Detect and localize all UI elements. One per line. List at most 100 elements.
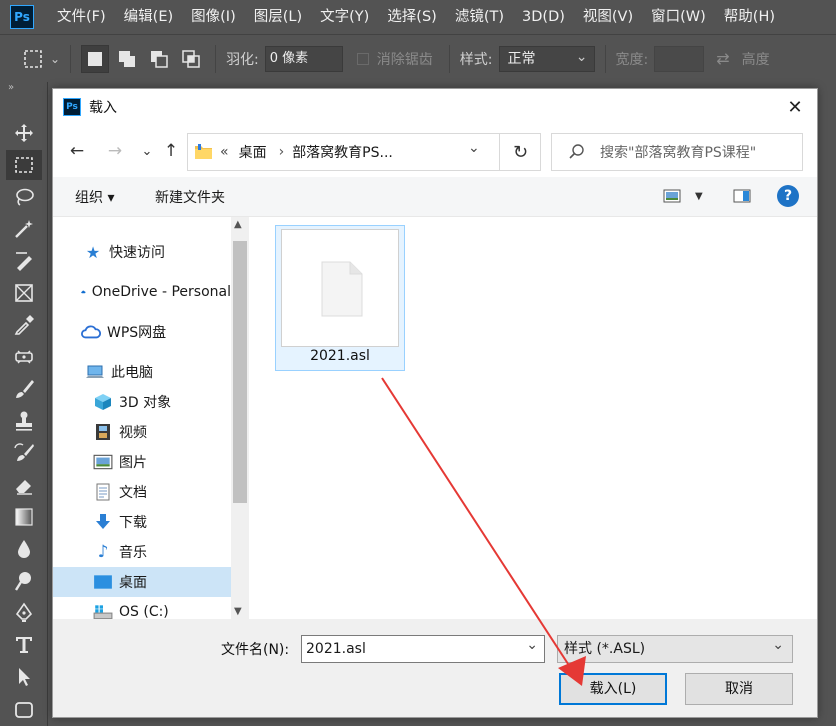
healing-brush-tool[interactable] xyxy=(6,342,42,372)
lasso-tool[interactable] xyxy=(6,182,42,212)
file-item[interactable]: 2021.asl xyxy=(275,225,405,371)
add-selection-button[interactable] xyxy=(113,45,141,73)
eraser-tool[interactable] xyxy=(6,470,42,500)
sidebar-item-3d-objects[interactable]: 3D 对象 xyxy=(53,387,231,417)
intersect-selection-button[interactable] xyxy=(177,45,205,73)
close-button[interactable]: ✕ xyxy=(781,93,809,121)
filename-label: 文件名(N): xyxy=(221,642,290,658)
back-button[interactable]: ← xyxy=(65,139,89,163)
organize-button[interactable]: 组织 ▾ xyxy=(75,187,114,207)
menu-window[interactable]: 窗口(W) xyxy=(642,0,715,34)
recent-locations-button[interactable]: ⌄ xyxy=(135,139,159,163)
desktop-icon xyxy=(94,575,112,589)
preview-pane-button[interactable] xyxy=(733,188,751,208)
sidebar-item-pictures[interactable]: 图片 xyxy=(53,447,231,477)
menu-filter[interactable]: 滤镜(T) xyxy=(446,0,513,34)
rectangular-marquee-tool[interactable] xyxy=(6,150,42,180)
gradient-tool[interactable] xyxy=(6,502,42,532)
path-overflow-icon[interactable]: « xyxy=(220,144,229,160)
sidebar-item-documents[interactable]: 文档 xyxy=(53,477,231,507)
sidebar-item-downloads[interactable]: 下载 xyxy=(53,507,231,537)
magic-wand-tool[interactable] xyxy=(6,214,42,244)
menu-select[interactable]: 选择(S) xyxy=(378,0,446,34)
type-tool[interactable] xyxy=(6,630,42,660)
move-tool[interactable] xyxy=(6,118,42,148)
width-input[interactable] xyxy=(654,45,705,72)
menu-view[interactable]: 视图(V) xyxy=(574,0,642,34)
feather-input[interactable]: 0 像素 xyxy=(264,45,343,72)
menu-file[interactable]: 文件(F) xyxy=(48,0,115,34)
pen-tool[interactable] xyxy=(6,598,42,628)
sidebar-item-quick-access[interactable]: ★ 快速访问 xyxy=(53,237,231,267)
arrow-cursor-icon xyxy=(19,668,30,686)
sidebar-item-label: 快速访问 xyxy=(109,245,165,261)
refresh-button[interactable]: ↻ xyxy=(499,133,541,171)
blur-tool[interactable] xyxy=(6,534,42,564)
marquee-tool-preset[interactable]: ⌄ xyxy=(22,48,60,70)
breadcrumb-folder[interactable]: 部落窝教育PS... xyxy=(292,142,393,162)
dialog-footer: 文件名(N): 2021.asl 样式 (*.ASL) 载入(L) 取消 xyxy=(53,619,817,717)
menu-help[interactable]: 帮助(H) xyxy=(715,0,784,34)
sidebar-item-desktop[interactable]: 桌面 xyxy=(53,567,231,597)
crop-tool[interactable] xyxy=(6,246,42,276)
address-dropdown-icon[interactable]: ⌄ xyxy=(468,140,480,156)
style-select[interactable]: 正常 xyxy=(498,45,595,72)
sidebar-item-label: 视频 xyxy=(119,425,147,441)
up-button[interactable]: ↑ xyxy=(159,139,183,163)
stamp-icon xyxy=(16,411,32,431)
tool-options-bar: ⌄ 羽化: 0 像素 消除锯齿 样式: 正常 宽度: ⇄ 高度 xyxy=(0,34,836,82)
width-label: 宽度: xyxy=(615,51,649,68)
photoshop-logo: Ps xyxy=(10,5,34,29)
brush-tool[interactable] xyxy=(6,374,42,404)
style-label: 样式: xyxy=(459,51,493,68)
menu-layer[interactable]: 图层(L) xyxy=(245,0,311,34)
menu-type[interactable]: 文字(Y) xyxy=(311,0,378,34)
computer-icon xyxy=(86,365,104,378)
path-selection-tool[interactable] xyxy=(6,662,42,692)
navigation-scrollbar[interactable]: ▲ ▼ xyxy=(231,217,249,619)
sidebar-item-onedrive[interactable]: OneDrive - Personal xyxy=(53,277,231,307)
menu-bar: Ps 文件(F) 编辑(E) 图像(I) 图层(L) 文字(Y) 选择(S) 滤… xyxy=(0,0,836,34)
forward-button[interactable]: → xyxy=(103,139,127,163)
view-options-button[interactable]: ▼ xyxy=(663,188,703,204)
sidebar-item-music[interactable]: ♪ 音乐 xyxy=(53,537,231,567)
scroll-up-icon[interactable]: ▲ xyxy=(234,219,242,230)
help-icon: ? xyxy=(783,188,793,204)
sidebar-item-os-drive[interactable]: OS (C:) xyxy=(53,597,231,619)
frame-tool[interactable] xyxy=(6,278,42,308)
help-button[interactable]: ? xyxy=(777,185,799,207)
music-icon: ♪ xyxy=(97,542,109,562)
new-folder-button[interactable]: 新建文件夹 xyxy=(155,187,225,207)
eyedropper-tool[interactable] xyxy=(6,310,42,340)
cancel-button[interactable]: 取消 xyxy=(685,673,793,705)
breadcrumb-desktop[interactable]: 桌面 xyxy=(239,142,267,162)
dialog-titlebar[interactable]: Ps 载入 ✕ xyxy=(53,89,817,125)
load-dialog: Ps 载入 ✕ ← → ⌄ ↑ « 桌面 › 部落窝教育PS... ⌄ ↻ 搜索… xyxy=(52,88,818,718)
sidebar-item-wps-cloud[interactable]: WPS网盘 xyxy=(53,317,231,347)
menu-image[interactable]: 图像(I) xyxy=(182,0,245,34)
history-brush-tool[interactable] xyxy=(6,438,42,468)
command-bar: 组织 ▾ 新建文件夹 ▼ ? xyxy=(53,177,817,217)
menu-3d[interactable]: 3D(D) xyxy=(513,0,574,34)
scroll-down-icon[interactable]: ▼ xyxy=(234,606,242,617)
address-bar[interactable]: « 桌面 › 部落窝教育PS... ⌄ xyxy=(187,133,541,171)
search-box[interactable]: 搜索"部落窝教育PS课程" xyxy=(551,133,803,171)
antialias-label: 消除锯齿 xyxy=(376,51,433,68)
sidebar-item-videos[interactable]: 视频 xyxy=(53,417,231,447)
new-selection-button[interactable] xyxy=(81,44,110,73)
menu-edit[interactable]: 编辑(E) xyxy=(115,0,182,34)
swap-icon[interactable]: ⇄ xyxy=(716,49,729,68)
antialias-checkbox[interactable] xyxy=(356,52,369,65)
rectangle-tool[interactable] xyxy=(6,694,42,724)
clone-stamp-tool[interactable] xyxy=(6,406,42,436)
dodge-tool[interactable] xyxy=(6,566,42,596)
subtract-selection-button[interactable] xyxy=(145,45,173,73)
chevron-down-icon: ⌄ xyxy=(141,143,153,159)
sidebar-item-this-pc[interactable]: 此电脑 xyxy=(53,357,231,387)
file-type-select[interactable]: 样式 (*.ASL) xyxy=(557,632,793,663)
filename-input[interactable]: 2021.asl xyxy=(301,632,545,663)
forward-arrow-icon: → xyxy=(107,141,123,161)
scrollbar-thumb[interactable] xyxy=(233,241,247,503)
load-button[interactable]: 载入(L) xyxy=(559,673,667,705)
panel-collapse-icon[interactable]: » xyxy=(8,82,14,93)
